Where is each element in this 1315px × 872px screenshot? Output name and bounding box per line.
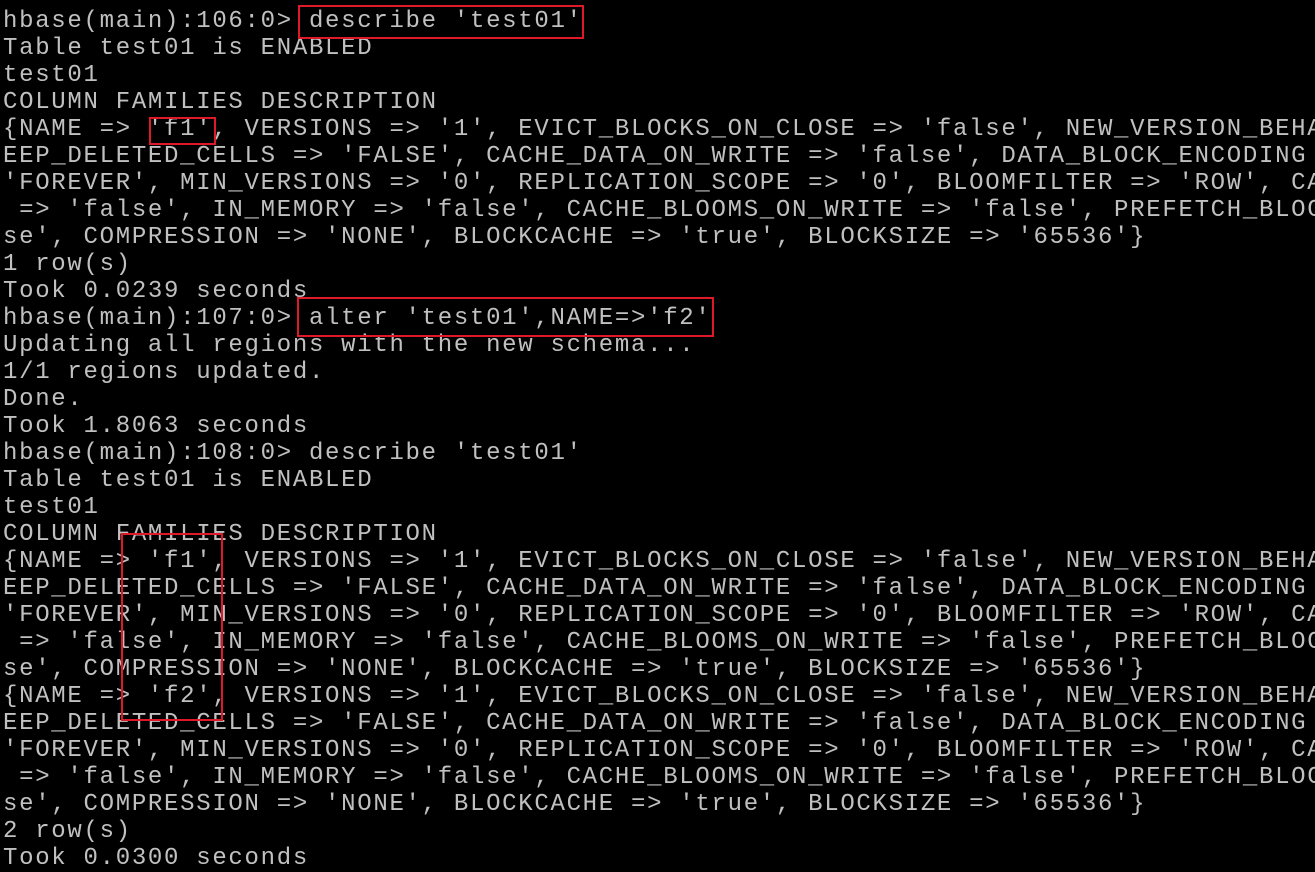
terminal-line: 'FOREVER', MIN_VERSIONS => '0', REPLICAT…	[3, 170, 1315, 197]
terminal-line: se', COMPRESSION => 'NONE', BLOCKCACHE =…	[3, 791, 1147, 818]
terminal-line: test01	[3, 62, 100, 89]
terminal-line: 1 row(s)	[3, 251, 132, 278]
terminal-line: Table test01 is ENABLED	[3, 35, 374, 62]
highlight-describe-command	[298, 5, 584, 39]
terminal-line: Table test01 is ENABLED	[3, 467, 374, 494]
terminal-line: 2 row(s)	[3, 818, 132, 845]
terminal-line: COLUMN FAMILIES DESCRIPTION	[3, 89, 438, 116]
highlight-f1-f2-families	[121, 533, 223, 721]
terminal-line: Took 1.9309 seconds	[3, 0, 1315, 8]
terminal-line: 1/1 regions updated.	[3, 359, 326, 386]
terminal-line: Took 0.0300 seconds	[3, 845, 309, 872]
terminal-line: Took 1.8063 seconds	[3, 413, 309, 440]
highlight-alter-command	[297, 297, 714, 337]
terminal-line: => 'false', IN_MEMORY => 'false', CACHE_…	[3, 197, 1315, 224]
terminal-line: EEP_DELETED_CELLS => 'FALSE', CACHE_DATA…	[3, 143, 1315, 170]
terminal-line: Done.	[3, 386, 84, 413]
terminal-line: 'FOREVER', MIN_VERSIONS => '0', REPLICAT…	[3, 737, 1315, 764]
terminal-line: hbase(main):108:0> describe 'test01'	[3, 440, 583, 467]
highlight-f1-family	[149, 117, 216, 145]
terminal-line: test01	[3, 494, 100, 521]
terminal-line: se', COMPRESSION => 'NONE', BLOCKCACHE =…	[3, 224, 1147, 251]
terminal-line: => 'false', IN_MEMORY => 'false', CACHE_…	[3, 764, 1315, 791]
terminal-line: hbase(main):106:0> describe 'test01'	[3, 8, 583, 35]
